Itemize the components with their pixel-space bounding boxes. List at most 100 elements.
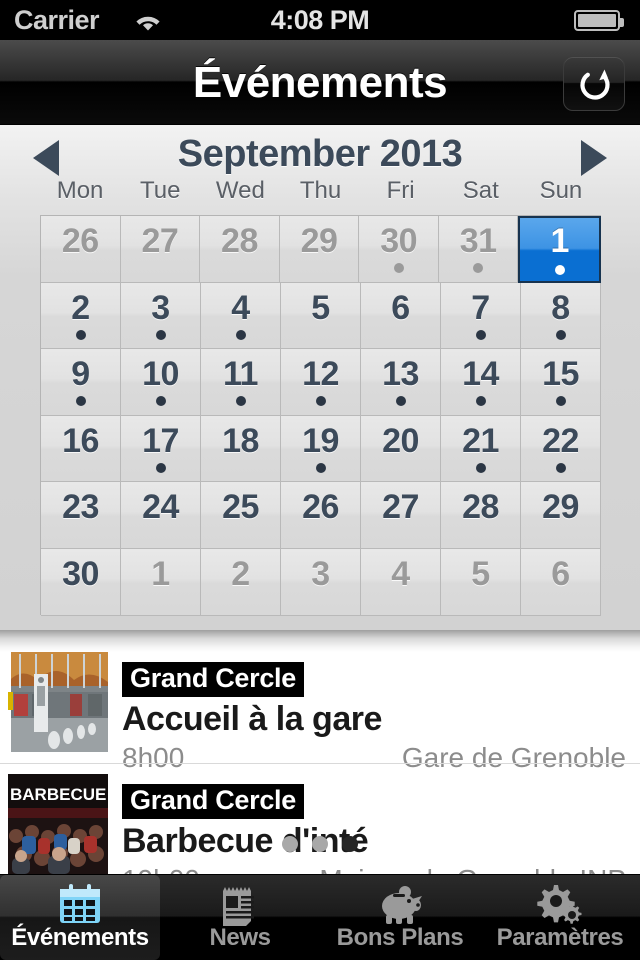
calendar-day-cell[interactable]: 23 [41, 482, 121, 549]
calendar-day-number: 10 [142, 355, 179, 394]
calendar-day-number: 23 [62, 488, 99, 527]
page-dot[interactable] [312, 835, 328, 852]
calendar-day-number: 12 [302, 355, 339, 394]
calendar-day-cell[interactable]: 31 [438, 216, 519, 283]
calendar-day-number: 26 [61, 222, 99, 260]
calendar-day-cell[interactable]: 7 [441, 282, 521, 350]
event-dot [555, 396, 566, 407]
event-thumbnail-barbecue: BARBECUE D [8, 774, 108, 874]
calendar-day-cell[interactable]: 6 [361, 282, 441, 350]
calendar-day-cell[interactable]: 8 [521, 282, 601, 350]
calendar-day-number: 22 [542, 421, 579, 460]
calendar-day-cell[interactable]: 20 [361, 415, 441, 483]
calendar-header: September 2013 [0, 125, 640, 183]
event-dot [155, 462, 166, 473]
calendar-day-cell[interactable]: 2 [201, 548, 281, 616]
refresh-icon [580, 69, 610, 100]
calendar-month-label: September 2013 [177, 133, 463, 175]
calendar-day-cell[interactable]: 30 [41, 548, 121, 616]
tab-news[interactable]: News [160, 875, 320, 960]
calendar-day-cell[interactable]: 19 [281, 415, 361, 483]
weekday-label: Tue [139, 177, 181, 204]
event-dot [235, 396, 246, 407]
calendar-day-number: 3 [311, 554, 330, 593]
event-dot [155, 396, 166, 407]
calendar-day-cell[interactable]: 29 [521, 482, 601, 549]
svg-text:BARBECUE D: BARBECUE D [10, 785, 108, 804]
weekday-label: Mon [56, 177, 104, 204]
calendar-day-cell[interactable]: 4 [201, 282, 281, 350]
calendar-day-cell[interactable]: 13 [361, 349, 441, 416]
event-dot [475, 396, 486, 407]
calendar-day-cell[interactable]: 24 [121, 482, 201, 549]
calendar-day-cell[interactable]: 27 [120, 216, 201, 283]
calendar-day-cell[interactable]: 1 [121, 548, 201, 616]
calendar-day-cell[interactable]: 28 [441, 482, 521, 549]
calendar-day-number: 6 [391, 288, 410, 327]
page-indicator[interactable] [0, 835, 640, 853]
calendar-day-cell[interactable]: 30 [359, 216, 439, 283]
list-item[interactable]: BARBECUE D [0, 763, 640, 875]
battery-full-icon [574, 10, 624, 31]
tab-evenements[interactable]: Événements [0, 875, 160, 960]
calendar-day-cell[interactable]: 12 [281, 349, 361, 416]
calendar-day-cell[interactable]: 5 [441, 548, 521, 616]
list-item[interactable]: Grand Cercle Accueil à la gare 8h00 Gare… [0, 642, 640, 773]
calendar-day-cell[interactable]: 4 [361, 548, 441, 616]
calendar-day-cell[interactable]: 22 [521, 415, 601, 483]
calendar-day-cell[interactable]: 15 [521, 349, 601, 416]
calendar-day-number: 19 [302, 421, 339, 460]
piggy-bank-icon [320, 883, 480, 927]
calendar-day-number: 9 [71, 355, 90, 394]
calendar-day-number: 1 [151, 554, 170, 593]
calendar-day-number: 28 [221, 222, 258, 260]
calendar-day-number: 26 [302, 488, 339, 527]
tab-bons-plans[interactable]: Bons Plans [320, 875, 480, 960]
calendar-day-cell[interactable]: 3 [121, 282, 201, 350]
refresh-button[interactable] [563, 56, 625, 111]
navigation-bar: Événements [0, 40, 640, 125]
calendar-day-number: 29 [542, 488, 579, 527]
calendar-day-number: 30 [62, 554, 99, 593]
calendar-day-number: 7 [471, 288, 490, 327]
calendar-day-number: 2 [231, 554, 250, 593]
calendar-day-number: 17 [142, 421, 179, 460]
app-screen: Carrier 4:08 PM Événements September 201… [0, 0, 640, 960]
calendar-day-cell[interactable]: 21 [441, 415, 521, 483]
event-dot [555, 462, 566, 473]
calendar-day-cell[interactable]: 2 [41, 282, 121, 350]
calendar-day-cell[interactable]: 27 [361, 482, 441, 549]
calendar-day-number: 11 [223, 355, 258, 394]
page-dot[interactable] [282, 835, 298, 852]
calendar-day-number: 27 [382, 488, 419, 527]
calendar-day-cell[interactable]: 9 [41, 349, 121, 416]
calendar-day-cell[interactable]: 26 [41, 216, 121, 283]
calendar-day-cell[interactable]: 28 [200, 216, 280, 283]
calendar-day-cell[interactable]: 16 [41, 415, 121, 483]
calendar-day-number: 6 [551, 554, 570, 593]
tab-label: Paramètres [496, 924, 624, 951]
calendar-day-cell[interactable]: 1 [518, 216, 602, 283]
calendar-day-cell[interactable]: 17 [121, 415, 201, 483]
calendar-day-cell[interactable]: 29 [279, 216, 360, 283]
event-dot [555, 329, 566, 340]
calendar-day-cell[interactable]: 5 [281, 282, 361, 350]
event-dot [155, 329, 166, 340]
next-month-button[interactable] [563, 140, 607, 176]
calendar-day-cell[interactable]: 26 [281, 482, 361, 549]
calendar-day-cell[interactable]: 6 [521, 548, 601, 616]
tab-parametres[interactable]: Paramètres [480, 875, 640, 960]
event-dot [315, 462, 326, 473]
page-dot[interactable] [342, 835, 358, 852]
calendar-day-cell[interactable]: 11 [201, 349, 281, 416]
calendar-day-cell[interactable]: 14 [441, 349, 521, 416]
calendar-day-number: 1 [550, 222, 570, 260]
calendar-day-number: 30 [380, 222, 418, 260]
calendar-day-cell[interactable]: 3 [281, 548, 361, 616]
event-dot [235, 329, 246, 340]
event-dot [475, 462, 486, 473]
calendar-day-cell[interactable]: 25 [201, 482, 281, 549]
calendar-day-cell[interactable]: 18 [201, 415, 281, 483]
calendar-day-cell[interactable]: 10 [121, 349, 201, 416]
calendar-week-row: 2 3 4 5 6 7 8 [41, 282, 601, 350]
